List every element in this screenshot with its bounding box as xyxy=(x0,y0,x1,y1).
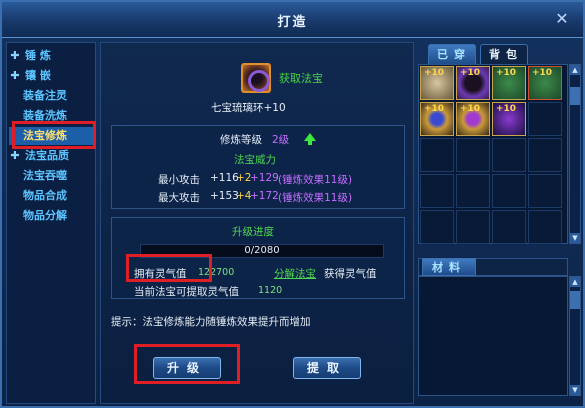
sidebar-item-label: 法宝吞噬 xyxy=(23,169,67,182)
extract-spirit-label: 当前法宝可提取灵气值 xyxy=(134,286,239,298)
scroll-down-icon[interactable]: ▼ xyxy=(570,385,580,395)
scroll-icon[interactable]: +10 xyxy=(420,66,454,100)
progress-title: 升级进度 xyxy=(232,226,274,238)
sidebar-item-label: 锤 炼 xyxy=(25,49,51,62)
empty-slot[interactable] xyxy=(528,102,562,136)
min-attack-base: +116 xyxy=(210,172,239,184)
sidebar-item-treasure-devour[interactable]: 法宝吞噬 xyxy=(9,167,93,185)
item-plus-label: +10 xyxy=(496,104,517,114)
empty-slot[interactable] xyxy=(492,138,526,172)
empty-slot[interactable] xyxy=(420,174,454,208)
max-attack-effect: (锤炼效果11级) xyxy=(278,192,353,204)
empty-slot[interactable] xyxy=(456,138,490,172)
arrow-up-icon xyxy=(304,133,316,145)
power-title: 法宝威力 xyxy=(234,154,276,166)
own-spirit-label: 拥有灵气值 xyxy=(134,268,187,280)
item-plus-label: +10 xyxy=(460,68,481,78)
upgrade-button[interactable]: 升级 xyxy=(153,357,221,379)
stats-box: 修炼等级 2级 法宝威力 最小攻击 +116 +2 +129 (锤炼效果11级)… xyxy=(111,125,405,209)
ring-icon[interactable]: +10 xyxy=(456,66,490,100)
item-plus-label: +10 xyxy=(496,68,517,78)
empty-slot[interactable] xyxy=(456,210,490,244)
get-treasure-link[interactable]: 获取法宝 xyxy=(279,70,323,86)
equipment-grid: +10 +10 +10 +10 +10 +10 +10 xyxy=(418,64,568,244)
scroll-thumb[interactable] xyxy=(570,291,580,309)
sidebar-menu: ✚ 锤 炼 ✚ 镶 嵌 装备注灵 装备洗炼 法宝修炼 ✚ 法宝品质 法宝吞噬 物品合成… xyxy=(6,42,96,404)
upgrade-progress-bar: 0/2080 xyxy=(140,244,384,258)
sidebar-item-item-decompose[interactable]: 物品分解 xyxy=(9,207,93,225)
empty-slot[interactable] xyxy=(492,174,526,208)
chest-icon[interactable]: +10 xyxy=(492,66,526,100)
ring-icon[interactable] xyxy=(241,63,271,93)
sidebar-item-wash[interactable]: 装备洗炼 xyxy=(9,107,93,125)
sidebar-item-spirit-infuse[interactable]: 装备注灵 xyxy=(9,87,93,105)
scroll-thumb[interactable] xyxy=(570,87,580,105)
empty-slot[interactable] xyxy=(456,174,490,208)
chest-icon[interactable]: +10 xyxy=(528,66,562,100)
item-plus-label: +10 xyxy=(460,104,481,114)
sidebar-item-item-combine[interactable]: 物品合成 xyxy=(9,187,93,205)
progress-text: 0/2080 xyxy=(244,245,280,256)
titlebar: 打造 ✕ xyxy=(2,2,583,38)
sidebar-item-label: 物品合成 xyxy=(23,189,67,202)
extract-spirit-value: 1120 xyxy=(258,285,283,296)
expand-plus-icon[interactable]: ✚ xyxy=(9,147,21,165)
hint-text: 提示：法宝修炼能力随锤炼效果提升而增加 xyxy=(111,316,311,328)
amulet-icon[interactable]: +10 xyxy=(456,102,490,136)
inventory-panel: 已穿 背包 +10 +10 +10 +10 +10 +10 +10 ▲ ▼ 材料… xyxy=(418,42,583,404)
tab-bag[interactable]: 背包 xyxy=(480,44,528,64)
empty-slot[interactable] xyxy=(528,210,562,244)
window-title: 打造 xyxy=(277,15,308,30)
sidebar-item-label: 装备注灵 xyxy=(23,89,67,102)
treasure-refine-panel: 获取法宝 七宝琉璃环+10 修炼等级 2级 法宝威力 最小攻击 +116 +2 … xyxy=(100,42,414,404)
sidebar-item-label: 物品分解 xyxy=(23,209,67,222)
max-attack-label: 最大攻击 xyxy=(158,192,200,204)
materials-grid xyxy=(418,276,568,396)
sidebar-item-label: 法宝品质 xyxy=(25,149,69,162)
expand-plus-icon[interactable]: ✚ xyxy=(9,47,21,65)
materials-scrollbar[interactable]: ▲ ▼ xyxy=(569,276,581,396)
sidebar-item-refine[interactable]: ✚ 锤 炼 xyxy=(9,47,93,65)
tab-materials[interactable]: 材料 xyxy=(422,258,476,276)
empty-slot[interactable] xyxy=(492,210,526,244)
progress-box: 升级进度 0/2080 拥有灵气值 122700 分解法宝 获得灵气值 当前法宝… xyxy=(111,217,405,299)
scroll-down-icon[interactable]: ▼ xyxy=(570,233,580,243)
min-attack-label: 最小攻击 xyxy=(158,174,200,186)
tab-worn[interactable]: 已穿 xyxy=(428,44,476,64)
scroll-up-icon[interactable]: ▲ xyxy=(570,277,580,287)
max-attack-base: +153 xyxy=(210,190,239,202)
expand-plus-icon[interactable]: ✚ xyxy=(9,67,21,85)
empty-slot[interactable] xyxy=(420,138,454,172)
item-plus-label: +10 xyxy=(532,68,553,78)
equipment-scrollbar[interactable]: ▲ ▼ xyxy=(569,64,581,244)
sidebar-item-label: 法宝修炼 xyxy=(23,129,67,142)
scroll-up-icon[interactable]: ▲ xyxy=(570,65,580,75)
min-attack-effect: (锤炼效果11级) xyxy=(278,174,353,186)
refine-level-label: 修炼等级 xyxy=(220,134,262,146)
item-plus-label: +10 xyxy=(424,68,445,78)
min-attack-next: +129 xyxy=(250,172,279,184)
forge-window: 打造 ✕ ✚ 锤 炼 ✚ 镶 嵌 装备注灵 装备洗炼 法宝修炼 ✚ 法宝品质 法宝吞噬… xyxy=(0,0,585,408)
sidebar-item-treasure-quality[interactable]: ✚ 法宝品质 xyxy=(9,147,93,165)
extract-button[interactable]: 提取 xyxy=(293,357,361,379)
amulet-icon[interactable]: +10 xyxy=(420,102,454,136)
empty-slot[interactable] xyxy=(528,174,562,208)
decompose-treasure-link[interactable]: 分解法宝 xyxy=(274,266,316,281)
dragon-icon[interactable]: +10 xyxy=(492,102,526,136)
sidebar-item-treasure-refine[interactable]: 法宝修炼 xyxy=(9,127,93,145)
empty-slot[interactable] xyxy=(420,210,454,244)
empty-slot[interactable] xyxy=(528,138,562,172)
sidebar-item-inlay[interactable]: ✚ 镶 嵌 xyxy=(9,67,93,85)
sidebar-item-label: 镶 嵌 xyxy=(25,69,51,82)
own-spirit-value: 122700 xyxy=(198,267,235,278)
item-name: 七宝琉璃环+10 xyxy=(211,102,286,114)
gain-spirit-label: 获得灵气值 xyxy=(324,268,377,280)
close-icon[interactable]: ✕ xyxy=(551,8,573,30)
max-attack-next: +172 xyxy=(250,190,279,202)
sidebar-item-label: 装备洗炼 xyxy=(23,109,67,122)
refine-level-value: 2级 xyxy=(272,134,290,146)
item-plus-label: +10 xyxy=(424,104,445,114)
